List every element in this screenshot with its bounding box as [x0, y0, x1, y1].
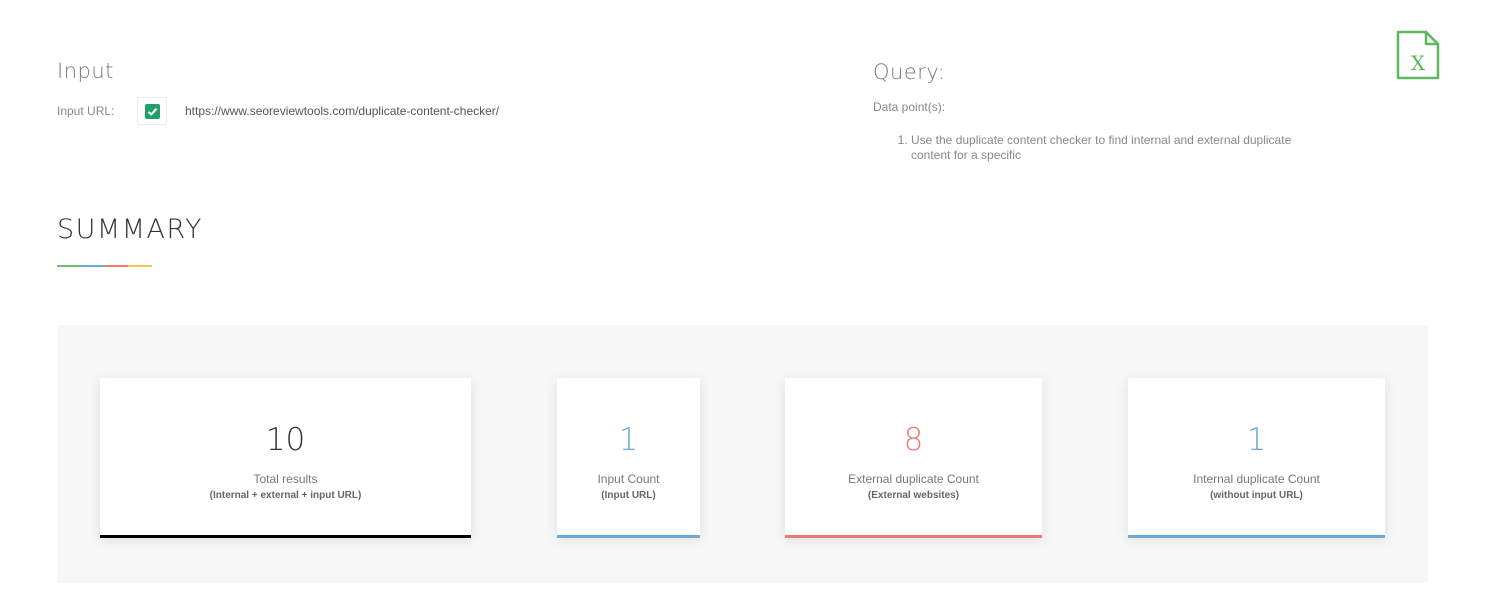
query-section-title: Query:	[873, 60, 946, 84]
data-points-label: Data point(s):	[873, 100, 946, 114]
input-section-title: Input	[57, 59, 114, 83]
external-duplicate-sublabel: (External websites)	[867, 490, 960, 501]
data-point-item: Use the duplicate content checker to fin…	[911, 133, 1331, 163]
input-count-sublabel: (Input URL)	[601, 490, 656, 501]
data-points-list: Use the duplicate content checker to fin…	[898, 133, 1331, 163]
internal-duplicate-card: 1 Internal duplicate Count (without inpu…	[1128, 378, 1385, 538]
underline-segment-blue	[80, 265, 105, 267]
underline-segment-green	[57, 265, 81, 267]
external-duplicate-label: External duplicate Count	[848, 472, 979, 486]
internal-duplicate-value: 1	[1246, 422, 1267, 458]
input-count-label: Input Count	[597, 472, 660, 486]
internal-duplicate-bar	[1128, 535, 1385, 538]
input-url-checkbox[interactable]	[137, 97, 167, 125]
underline-segment-red	[104, 265, 129, 267]
svg-text:X: X	[1411, 51, 1426, 75]
input-count-card: 1 Input Count (Input URL)	[557, 378, 700, 538]
checkmark-icon	[144, 103, 160, 119]
total-results-sublabel: (Internal + external + input URL)	[209, 490, 362, 501]
external-duplicate-card: 8 External duplicate Count (External web…	[785, 378, 1042, 538]
underline-segment-yellow	[128, 265, 152, 267]
summary-title: SUMMARY	[57, 214, 203, 245]
input-url-value: https://www.seoreviewtools.com/duplicate…	[185, 104, 500, 118]
input-count-value: 1	[618, 422, 639, 458]
external-duplicate-bar	[785, 535, 1042, 538]
summary-underline	[57, 265, 152, 267]
excel-export-icon[interactable]: X	[1396, 30, 1440, 80]
input-url-label: Input URL:	[57, 104, 115, 118]
total-results-card: 10 Total results (Internal + external + …	[100, 378, 471, 538]
page: Input Input URL: https://www.seoreviewto…	[0, 0, 1500, 600]
internal-duplicate-sublabel: (without input URL)	[1210, 490, 1303, 501]
external-duplicate-value: 8	[903, 422, 924, 458]
total-results-label: Total results	[253, 472, 318, 486]
input-count-bar	[557, 535, 700, 538]
internal-duplicate-label: Internal duplicate Count	[1193, 472, 1320, 486]
input-url-row: Input URL: https://www.seoreviewtools.co…	[57, 96, 499, 126]
total-results-value: 10	[265, 422, 306, 458]
total-results-bar	[100, 535, 471, 538]
